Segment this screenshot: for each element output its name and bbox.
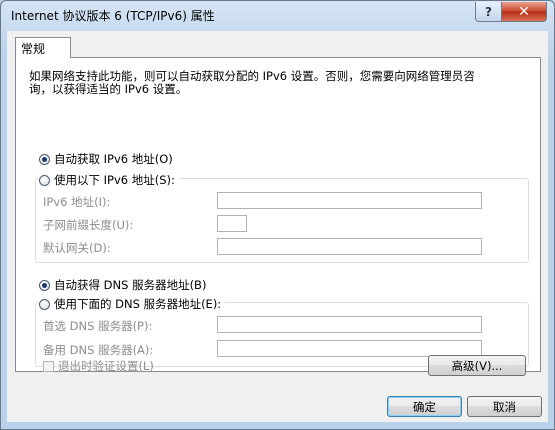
dialog-client-area: 常规 如果网络支持此功能，则可以自动获取分配的 IPv6 设置。否则，您需要向网…: [7, 31, 548, 422]
radio-dns-manual-indicator[interactable]: [39, 298, 50, 310]
close-button[interactable]: ✕: [501, 2, 547, 22]
radio-ip-manual-indicator[interactable]: [39, 174, 50, 186]
preferred-dns-label: 首选 DNS 服务器(P):: [43, 319, 153, 333]
validate-on-exit-box[interactable]: [43, 360, 54, 372]
radio-ip-manual-label: 使用以下 IPv6 地址(S):: [54, 173, 175, 187]
radio-ip-auto[interactable]: 自动获取 IPv6 地址(O): [39, 151, 173, 167]
radio-dns-auto-label: 自动获得 DNS 服务器地址(B): [54, 278, 207, 292]
preferred-dns-input[interactable]: [217, 316, 482, 333]
radio-ip-auto-label: 自动获取 IPv6 地址(O): [54, 152, 173, 166]
gateway-input[interactable]: [217, 238, 482, 255]
radio-dns-auto-indicator[interactable]: [39, 279, 50, 291]
prefix-length-label: 子网前缀长度(U):: [43, 218, 134, 232]
gateway-label: 默认网关(D):: [43, 241, 111, 255]
ok-button[interactable]: 确定: [387, 396, 462, 417]
validate-on-exit-checkbox[interactable]: 退出时验证设置(L): [43, 358, 154, 374]
tab-general-label: 常规: [21, 41, 46, 56]
cancel-button[interactable]: 取消: [467, 396, 542, 417]
radio-ip-auto-indicator[interactable]: [39, 153, 50, 165]
window-title: Internet 协议版本 6 (TCP/IPv6) 属性: [11, 9, 215, 23]
radio-dns-manual[interactable]: 使用下面的 DNS 服务器地址(E):: [39, 296, 226, 312]
validate-on-exit-label: 退出时验证设置(L): [58, 359, 154, 373]
prefix-length-input[interactable]: [217, 215, 247, 232]
ipv6-address-input[interactable]: [217, 192, 482, 209]
radio-ip-manual[interactable]: 使用以下 IPv6 地址(S):: [39, 172, 179, 188]
help-button[interactable]: ?: [475, 2, 502, 22]
description-line-2: 询，以获得适当的 IPv6 设置。: [29, 82, 188, 96]
advanced-button[interactable]: 高级(V)...: [428, 355, 526, 376]
general-tab-panel: 如果网络支持此功能，则可以自动获取分配的 IPv6 设置。否则，您需要向网络管理…: [15, 57, 541, 372]
description-text: 如果网络支持此功能，则可以自动获取分配的 IPv6 设置。否则，您需要向网络管理…: [29, 70, 529, 96]
radio-dns-auto[interactable]: 自动获得 DNS 服务器地址(B): [39, 277, 206, 293]
ipv6-address-label: IPv6 地址(I):: [43, 195, 111, 209]
radio-dns-manual-label: 使用下面的 DNS 服务器地址(E):: [54, 297, 222, 311]
close-icon: ✕: [518, 3, 530, 20]
tab-general[interactable]: 常规: [15, 37, 71, 58]
dialog-window: Internet 协议版本 6 (TCP/IPv6) 属性 ? ✕ 常规 如果网…: [0, 0, 555, 430]
alternate-dns-label: 备用 DNS 服务器(A):: [43, 343, 154, 357]
help-icon: ?: [485, 4, 492, 19]
title-bar[interactable]: Internet 协议版本 6 (TCP/IPv6) 属性 ? ✕: [1, 1, 554, 29]
